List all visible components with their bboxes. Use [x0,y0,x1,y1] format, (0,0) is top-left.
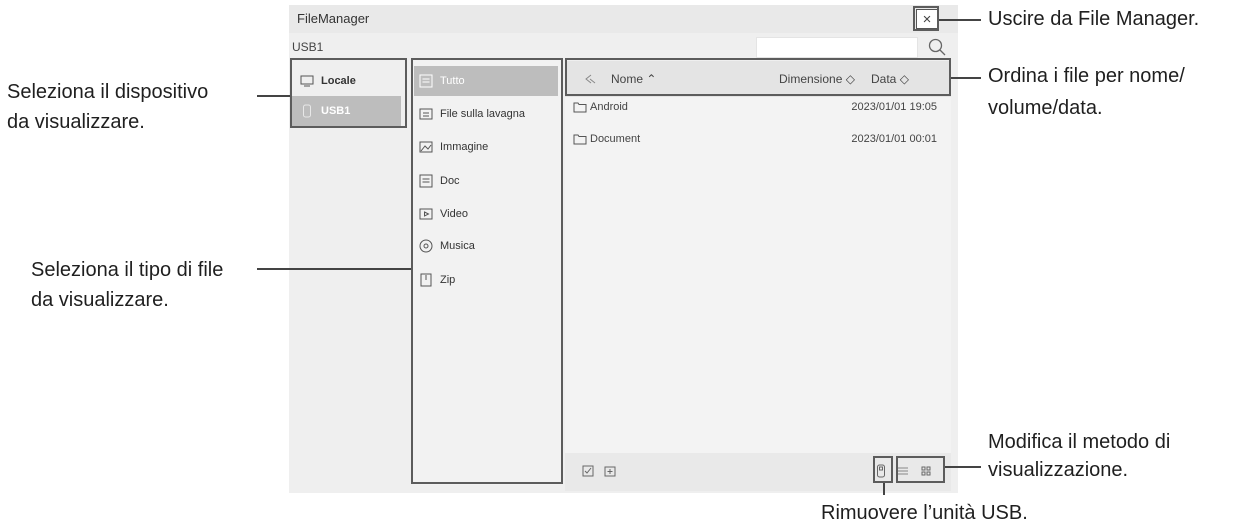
file-date: 2023/01/01 00:01 [851,133,937,145]
bottom-toolbar [565,453,951,491]
select-checkbox-icon[interactable] [582,465,594,477]
callout-box-sort-header [565,58,951,96]
callout-box-view [896,456,945,483]
folder-icon [573,134,587,145]
file-row[interactable]: Android 2023/01/01 19:05 [573,100,943,118]
search-icon[interactable] [927,37,947,57]
annotation-sort-line1: Ordina i file per nome/ [988,65,1185,87]
annotation-type-line1: Seleziona il tipo di file [31,259,224,281]
leader-line-usb [883,483,885,495]
annotation-type-line2: da visualizzare. [31,289,169,311]
annotation-usb: Rimuovere l’unità USB. [821,502,1028,524]
file-list-area [565,61,951,453]
leader-line-view [945,466,981,468]
annotation-exit: Uscire da File Manager. [988,8,1200,30]
file-name: Document [590,133,641,145]
file-row[interactable]: Document 2023/01/01 00:01 [573,132,943,150]
annotation-device-line2: da visualizzare. [7,111,145,133]
annotation-sort-line2: volume/data. [988,97,1103,119]
leader-line-sort [951,77,981,79]
callout-box-categories [411,58,563,484]
annotation-device-line1: Seleziona il dispositivo [7,81,209,103]
leader-line-exit [939,19,981,21]
leader-line-type [257,268,411,270]
annotation-view-line2: visualizzazione. [988,459,1129,481]
annotation-view-line1: Modifica il metodo di [988,431,1171,453]
callout-box-close [913,6,939,31]
window-title: FileManager [297,11,370,26]
folder-icon [573,102,587,113]
title-bar: FileManager × [289,5,958,33]
new-folder-icon[interactable] [604,465,616,477]
callout-box-usb [873,456,893,483]
leader-line-device [257,95,290,97]
file-name: Android [590,101,628,113]
search-input[interactable] [756,37,918,58]
file-date: 2023/01/01 19:05 [851,101,937,113]
callout-box-devices [290,58,407,128]
current-path: USB1 [292,40,324,54]
